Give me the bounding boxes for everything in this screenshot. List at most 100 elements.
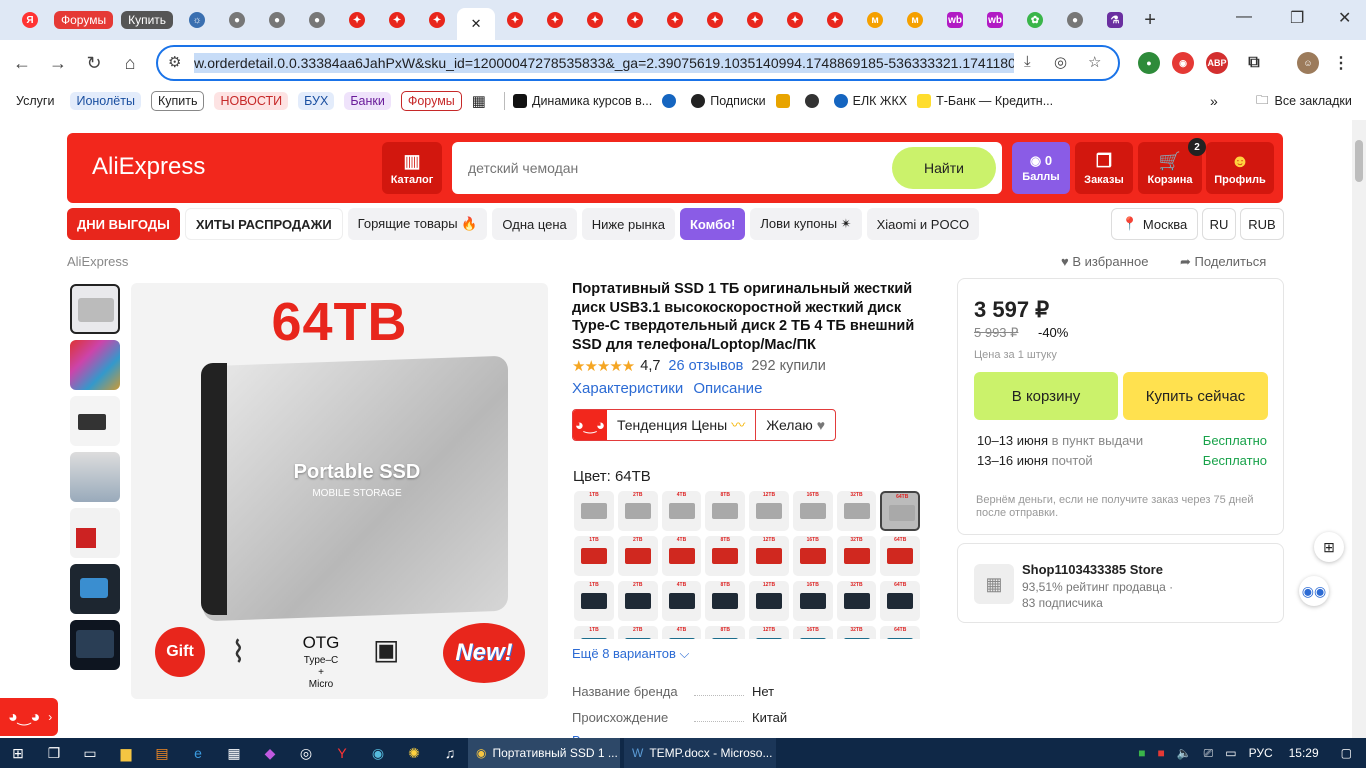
- tab-ya[interactable]: Я: [10, 7, 50, 33]
- star-icon[interactable]: ☆: [1088, 53, 1101, 71]
- variant-option[interactable]: 32TB: [836, 491, 877, 531]
- pill-xiaomi[interactable]: Xiaomi и POCO: [866, 208, 980, 240]
- notifications-icon[interactable]: ▢: [1341, 746, 1352, 760]
- tab-ali-4[interactable]: ✦: [495, 7, 535, 33]
- tab-globe-4[interactable]: ●: [1055, 7, 1095, 33]
- task-view-icon[interactable]: ❐: [36, 745, 72, 762]
- url-text[interactable]: w.orderdetail.0.0.33384aa6JahPxW&sku_id=…: [194, 53, 1014, 73]
- variant-option[interactable]: 4TB: [661, 626, 702, 639]
- share-button[interactable]: ➦ Поделиться: [1180, 254, 1266, 270]
- thumbnail[interactable]: [70, 452, 120, 502]
- tab-mm-2[interactable]: м: [895, 7, 935, 33]
- speaker-icon[interactable]: 🔈: [1177, 746, 1192, 760]
- tab-ali-6[interactable]: ✦: [575, 7, 615, 33]
- variant-option[interactable]: 1TB: [574, 536, 614, 576]
- variant-option[interactable]: 16TB: [792, 626, 833, 639]
- variant-option[interactable]: 12TB: [749, 626, 789, 639]
- specs-link[interactable]: Характеристики: [572, 380, 683, 397]
- adblock-icon[interactable]: ABP: [1206, 52, 1228, 74]
- tab-wb-2[interactable]: wb: [975, 7, 1015, 33]
- tab-ali-1[interactable]: ✦: [337, 7, 377, 33]
- tab-wb-1[interactable]: wb: [935, 7, 975, 33]
- language-selector[interactable]: RU: [1202, 208, 1236, 240]
- tab-apps[interactable]: ✿: [1015, 7, 1055, 33]
- sound-app-icon[interactable]: ♫: [432, 745, 468, 761]
- variant-option[interactable]: 16TB: [792, 491, 833, 531]
- windows-start-icon[interactable]: ⊞: [0, 745, 36, 762]
- thumbnail[interactable]: [70, 564, 120, 614]
- variant-option[interactable]: 2TB: [617, 536, 658, 576]
- avatar[interactable]: ☺: [1297, 52, 1319, 74]
- bookmark-tbank[interactable]: Т-Банк — Кредитн...: [917, 94, 1053, 108]
- pill-goryashchie[interactable]: Горящие товары 🔥: [347, 208, 488, 240]
- variant-option[interactable]: 4TB: [661, 536, 702, 576]
- bookmark-dinamika[interactable]: Динамика курсов в...: [512, 94, 652, 108]
- bookmark-buh[interactable]: БУХ: [298, 92, 335, 110]
- bookmark-dark[interactable]: [804, 94, 824, 108]
- forward-icon[interactable]: →: [40, 53, 76, 74]
- bookmark-forumy[interactable]: Форумы: [400, 91, 462, 111]
- variant-option[interactable]: 8TB: [705, 536, 745, 576]
- site-settings-icon[interactable]: ⚙: [168, 53, 181, 71]
- variant-option[interactable]: 2TB: [617, 626, 658, 639]
- app-icon[interactable]: ▤: [144, 745, 180, 762]
- reload-icon[interactable]: ↻: [76, 53, 112, 74]
- all-bookmarks[interactable]: 🗀 Все закладки: [1256, 91, 1352, 112]
- tab-forums[interactable]: Форумы: [50, 7, 117, 33]
- variant-option[interactable]: 12TB: [749, 581, 789, 621]
- variant-option[interactable]: 1TB: [574, 626, 614, 639]
- all-specs-link[interactable]: Все характеристики: [572, 730, 787, 739]
- tab-mm-1[interactable]: м: [855, 7, 895, 33]
- variant-option[interactable]: 8TB: [705, 491, 745, 531]
- app-icon[interactable]: ◎: [288, 745, 324, 762]
- extensions-puzzle-icon[interactable]: ⧉: [1243, 52, 1265, 74]
- tab-globe-2[interactable]: ●: [257, 7, 297, 33]
- minimize-icon[interactable]: —: [1236, 8, 1252, 26]
- tab-buy[interactable]: Купить: [117, 7, 177, 33]
- wifi-app-icon[interactable]: ✺: [396, 745, 432, 762]
- ie-icon[interactable]: e: [180, 745, 216, 761]
- bookmark-podpiski[interactable]: Подписки: [691, 94, 766, 108]
- city-selector[interactable]: 📍 Москва: [1111, 208, 1198, 240]
- cart-button[interactable]: 🛒 Корзина 2: [1138, 138, 1206, 194]
- thumbnail[interactable]: [70, 284, 120, 334]
- bookmark-banki[interactable]: Банки: [344, 92, 391, 110]
- pill-kupony[interactable]: Лови купоны ✴: [750, 208, 862, 240]
- tab-ali-7[interactable]: ✦: [615, 7, 655, 33]
- tab-active[interactable]: ✕: [457, 8, 496, 40]
- tab-ali-8[interactable]: ✦: [655, 7, 695, 33]
- bookmarks-overflow-icon[interactable]: »: [1210, 93, 1218, 109]
- close-window-icon[interactable]: ✕: [1338, 8, 1351, 28]
- shop-card[interactable]: ▦ Shop1103433385 Store 93,51% рейтинг пр…: [957, 543, 1284, 623]
- yandex-browser-icon[interactable]: Y: [324, 745, 360, 761]
- bookmark-novosti[interactable]: НОВОСТИ: [214, 92, 289, 110]
- buy-now-button[interactable]: Купить сейчас: [1123, 372, 1268, 420]
- reviews-link[interactable]: 26 отзывов: [668, 358, 743, 374]
- variant-option[interactable]: 12TB: [749, 536, 789, 576]
- bookmark-blue[interactable]: [662, 94, 681, 108]
- bookmark-uslugi[interactable]: Услуги: [12, 92, 60, 110]
- breadcrumb[interactable]: AliExpress: [67, 254, 128, 269]
- aliexpress-logo[interactable]: AliExpress: [92, 153, 205, 181]
- clock[interactable]: 15:29: [1289, 746, 1319, 760]
- pill-dni-vygody[interactable]: ДНИ ВЫГОДЫ: [67, 208, 180, 240]
- kaspersky-icon[interactable]: ■: [1138, 746, 1145, 760]
- address-bar[interactable]: ⚙ w.orderdetail.0.0.33384aa6JahPxW&sku_i…: [156, 45, 1120, 81]
- product-image[interactable]: 64TB Portable SSD MOBILE STORAGE Gift ⌇ …: [131, 283, 548, 699]
- variant-option[interactable]: 2TB: [617, 491, 658, 531]
- variant-option[interactable]: 1TB: [574, 491, 614, 531]
- extension-icon[interactable]: ◉: [1172, 52, 1194, 74]
- tab-ali-11[interactable]: ✦: [775, 7, 815, 33]
- battery-icon[interactable]: ▭: [1225, 746, 1236, 760]
- tab-ali-2[interactable]: ✦: [377, 7, 417, 33]
- thumbnail[interactable]: [70, 340, 120, 390]
- tab-ali-3[interactable]: ✦: [417, 7, 457, 33]
- variant-option[interactable]: 32TB: [836, 626, 877, 639]
- desktop-icon[interactable]: ▭: [72, 745, 108, 762]
- bookmark-cat[interactable]: [775, 94, 795, 108]
- tab-site[interactable]: ☼: [177, 7, 217, 33]
- tab-ali-12[interactable]: ✦: [815, 7, 855, 33]
- tab-globe-1[interactable]: ●: [217, 7, 257, 33]
- page-scrollbar[interactable]: [1352, 120, 1366, 738]
- description-link[interactable]: Описание: [693, 380, 762, 397]
